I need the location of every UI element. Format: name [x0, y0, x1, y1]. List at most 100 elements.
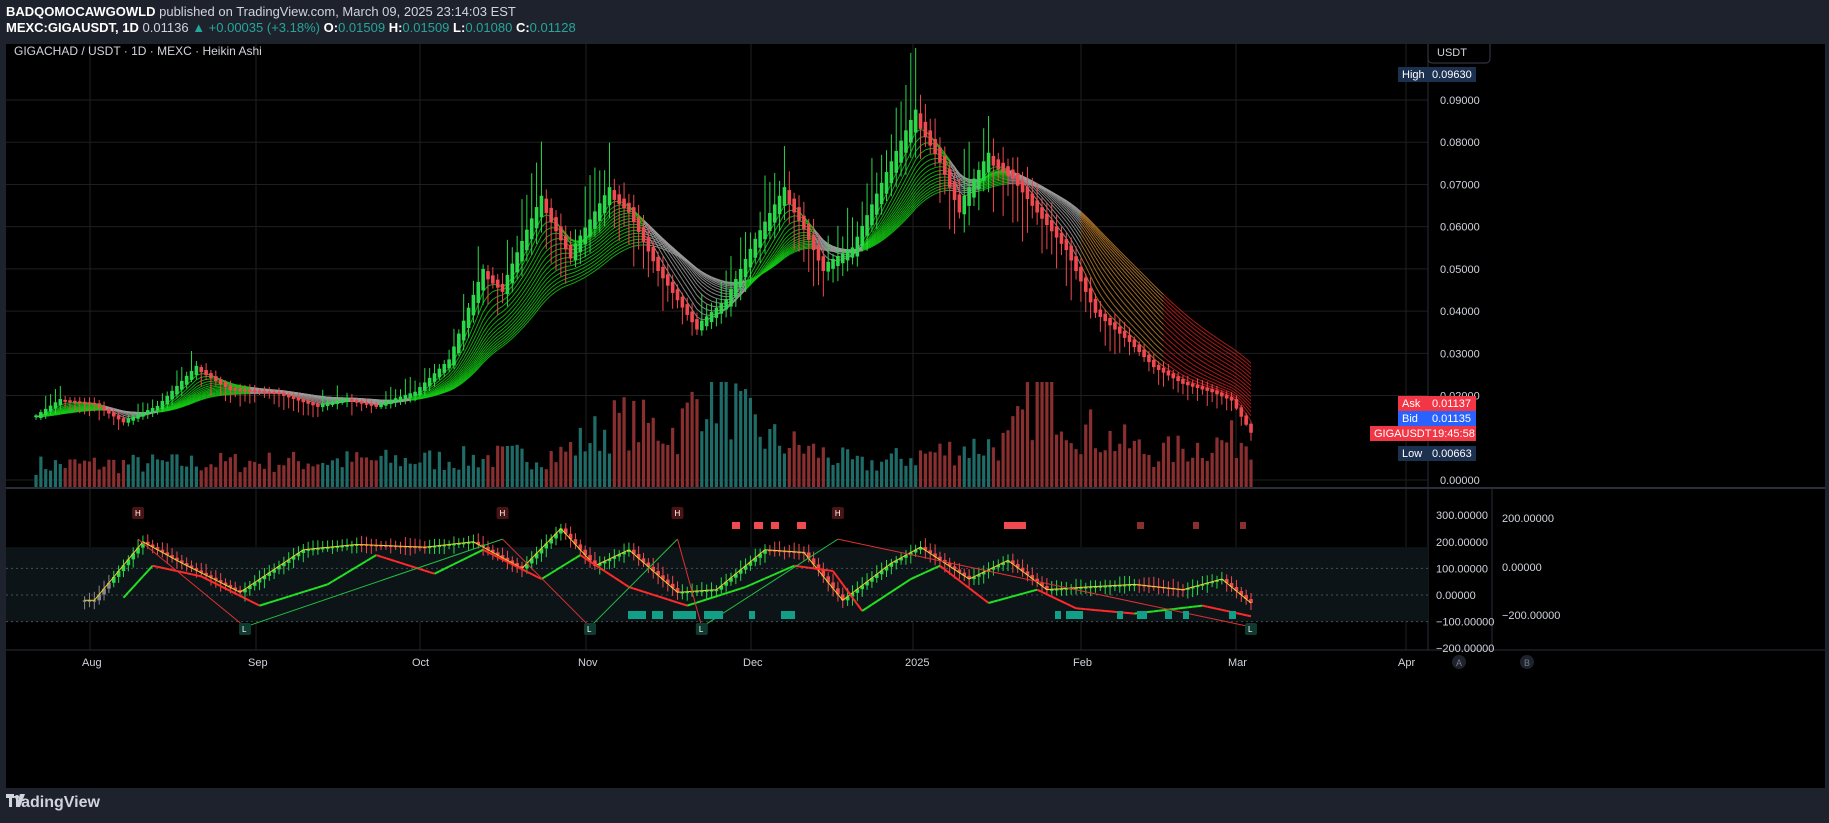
volume-bar [151, 454, 155, 487]
candle-body [34, 415, 38, 418]
candle-body [874, 193, 879, 215]
chart-area[interactable]: GIGACHAD / USDT · 1D · MEXC · Heikin Ash… [6, 44, 1825, 788]
volume-bar [593, 416, 597, 487]
ema-line-segment [1226, 390, 1232, 394]
ema-line-segment [196, 380, 202, 385]
ema-line-segment [536, 297, 542, 306]
volume-bar [1123, 424, 1127, 487]
ema-line-segment [570, 271, 576, 275]
ema-line-segment [1109, 299, 1116, 307]
ema-line-segment [196, 376, 202, 381]
candle-body [1190, 383, 1195, 387]
ema-line-segment [565, 276, 571, 280]
ema-line-segment [619, 213, 625, 216]
ema-line-segment [215, 389, 221, 392]
volume-bar [865, 470, 869, 487]
volume-bar [364, 457, 369, 487]
ema-line-segment [545, 246, 552, 252]
ema-line-segment [589, 243, 596, 248]
ema-line-segment [516, 328, 523, 334]
ema-line-segment [609, 245, 615, 250]
ema-line-segment [1211, 386, 1218, 390]
ema-line-segment [1070, 216, 1077, 223]
volume-bar [121, 460, 126, 487]
volume-bar [685, 402, 689, 487]
chart-svg[interactable]: GIGACHAD / USDT · 1D · MEXC · Heikin Ash… [6, 44, 1825, 788]
ema-line-segment [308, 394, 314, 397]
volume-bar [83, 460, 87, 487]
volume-bar [496, 445, 500, 487]
ema-line-segment [1216, 386, 1223, 390]
volume-bar [884, 459, 889, 487]
ema-line-segment [925, 153, 931, 157]
volume-bar [1186, 461, 1190, 487]
ema-line-segment [1216, 341, 1223, 346]
ema-line-segment [1221, 364, 1227, 369]
ema-line-segment [618, 236, 625, 240]
ema-line-segment [555, 284, 562, 289]
candle-body [593, 211, 597, 229]
high-label: H: [388, 20, 403, 35]
ema-line-segment [594, 243, 601, 248]
candle-body [107, 409, 111, 414]
volume-bar [787, 448, 791, 487]
volume-bar [889, 453, 893, 487]
volume-bar [345, 451, 349, 487]
candle-body [121, 418, 126, 423]
volume-bar [719, 382, 723, 487]
ema-line-segment [1197, 378, 1203, 382]
ema-line-segment [925, 169, 931, 174]
ema-line-segment [1158, 341, 1164, 347]
candle-body [957, 194, 962, 213]
candle-body [646, 237, 651, 252]
ema-line-segment [716, 287, 722, 291]
ema-line-segment [201, 384, 207, 387]
ema-line-segment [1158, 330, 1164, 336]
ema-line-segment [1211, 358, 1218, 363]
ema-line-segment [594, 249, 601, 255]
candle-body [666, 274, 670, 286]
ema-line-segment [1104, 245, 1111, 252]
candle-body [753, 238, 758, 258]
ema-line-segment [492, 314, 499, 320]
ema-line-segment [1148, 319, 1155, 326]
ema-line-segment [487, 283, 494, 287]
ema-line-segment [575, 265, 581, 269]
volume-bar [432, 469, 437, 487]
ema-line-segment [1202, 365, 1208, 370]
ema-line-segment [793, 229, 800, 232]
ema-line-segment [560, 257, 566, 260]
price-change: ▲ +0.00035 (+3.18%) [192, 20, 320, 35]
volume-bar [277, 464, 281, 487]
volume-bar [539, 467, 544, 487]
candle-body [855, 236, 860, 257]
ema-line-segment [1236, 384, 1242, 389]
ema-line-segment [565, 280, 571, 283]
volume-bar [1064, 440, 1068, 487]
ema-line-segment [1221, 368, 1227, 373]
ema-line-segment [1129, 297, 1135, 304]
volume-bar [423, 452, 427, 487]
candle-body [1215, 390, 1219, 395]
ema-line-segment [609, 238, 615, 243]
candle-body [641, 227, 646, 242]
ema-line-segment [686, 286, 693, 295]
volume-bar [957, 455, 961, 487]
ema-line-segment [477, 337, 484, 347]
ema-line-segment [118, 410, 124, 413]
volume-bar [1030, 440, 1034, 487]
ema-line-segment [706, 303, 712, 307]
ema-line-segment [1197, 375, 1203, 379]
ema-line-segment [614, 235, 620, 239]
ema-line-segment [487, 299, 494, 305]
ema-line-segment [1124, 280, 1130, 288]
ema-line-segment [1187, 327, 1193, 333]
ema-line-segment [322, 400, 328, 402]
ema-line-segment [609, 241, 615, 247]
candle-body [597, 203, 602, 221]
candle-body [452, 346, 456, 366]
ema-line-segment [1158, 319, 1164, 325]
ema-line-segment [935, 166, 941, 169]
ema-line-segment [993, 176, 999, 178]
ema-line-segment [623, 244, 630, 248]
